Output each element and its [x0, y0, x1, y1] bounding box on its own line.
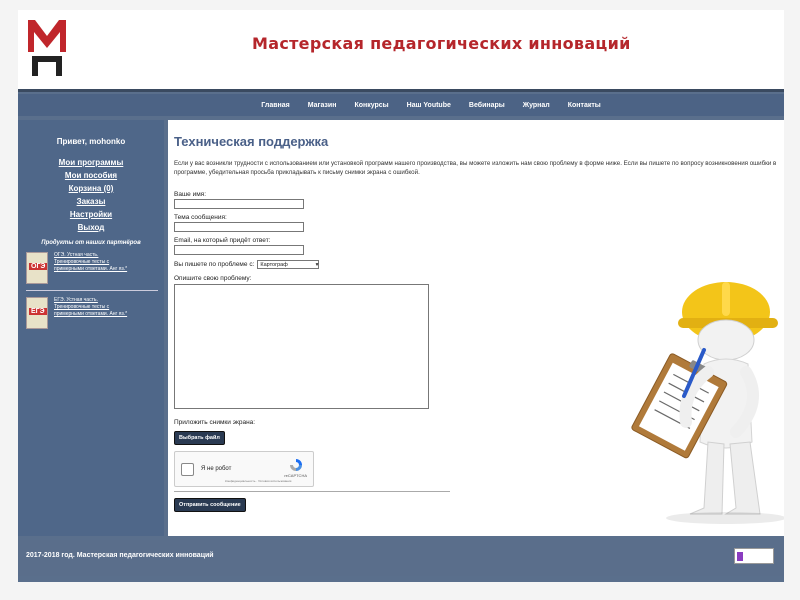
problem-label: Вы пишете по проблеме с: — [174, 261, 255, 268]
sidebar-item-settings[interactable]: Настройки — [18, 208, 164, 221]
nav-contacts[interactable]: Контакты — [568, 102, 601, 109]
recaptcha-widget: Я не робот reCAPTCHA Конфиденциальность … — [174, 451, 314, 487]
captcha-fine-print[interactable]: Конфиденциальность · Условия использован… — [225, 479, 291, 483]
main-nav: Главная Магазин Конкурсы Наш Youtube Веб… — [18, 94, 784, 116]
captcha-checkbox[interactable] — [181, 463, 194, 476]
recaptcha-logo: reCAPTCHA — [284, 458, 307, 478]
page-title: Техническая поддержка — [174, 134, 329, 149]
product-badge: ОГЭ — [29, 263, 48, 270]
sidebar-item-my-programs[interactable]: Мои программы — [18, 156, 164, 169]
user-greeting: Привет, mohonko — [56, 137, 126, 146]
product-cover-image[interactable]: ОГЭ — [26, 252, 48, 284]
recaptcha-icon — [289, 459, 302, 471]
intro-text: Если у вас возникли трудности с использо… — [174, 160, 777, 176]
nav-journal[interactable]: Журнал — [523, 102, 550, 109]
page: Мастерская педагогических инноваций Глав… — [18, 10, 784, 582]
nav-shop[interactable]: Магазин — [308, 102, 337, 109]
name-label: Ваше имя: — [174, 191, 207, 198]
nav-webinars[interactable]: Вебинары — [469, 102, 505, 109]
product-divider — [26, 290, 158, 291]
product-link[interactable]: ЕГЭ. Устная часть. Тренировочные тесты с… — [54, 297, 134, 329]
sidebar-item-cart[interactable]: Корзина (0) — [18, 182, 164, 195]
subject-label: Тема сообщения: — [174, 214, 227, 221]
nav-contests[interactable]: Конкурсы — [354, 102, 388, 109]
choose-file-button[interactable]: Выбрать файл — [174, 431, 225, 445]
form-divider — [174, 491, 450, 492]
problem-select-value: Картограф — [260, 261, 288, 268]
problem-select[interactable]: Картограф ▾ — [257, 260, 320, 269]
recaptcha-brand: reCAPTCHA — [284, 473, 307, 478]
captcha-label: Я не робот — [201, 466, 232, 472]
sidebar-item-orders[interactable]: Заказы — [18, 195, 164, 208]
email-input[interactable] — [174, 245, 304, 255]
problem-row: Вы пишете по проблеме с: Картограф ▾ — [174, 260, 778, 269]
copyright-text: 2017-2018 год. Мастерская педагогических… — [26, 552, 214, 559]
partner-product[interactable]: ОГЭ ОГЭ. Устная часть. Тренировочные тес… — [26, 252, 164, 284]
email-label: Email, на который придёт ответ: — [174, 237, 271, 244]
product-badge: ЕГЭ — [29, 308, 47, 315]
name-input[interactable] — [174, 199, 304, 209]
product-cover-image[interactable]: ЕГЭ — [26, 297, 48, 329]
visitor-counter[interactable] — [734, 548, 774, 564]
site-footer: 2017-2018 год. Мастерская педагогических… — [18, 540, 784, 576]
sidebar-item-logout[interactable]: Выход — [18, 221, 164, 234]
product-link[interactable]: ОГЭ. Устная часть. Тренировочные тесты с… — [54, 252, 134, 284]
partner-product[interactable]: ЕГЭ ЕГЭ. Устная часть. Тренировочные тес… — [26, 297, 164, 329]
counter-icon — [737, 552, 743, 561]
submit-button[interactable]: Отправить сообщение — [174, 498, 246, 512]
nav-home[interactable]: Главная — [261, 102, 289, 109]
worker-illustration — [631, 282, 784, 524]
site-header: Мастерская педагогических инноваций — [18, 10, 784, 92]
problem-textarea[interactable] — [174, 284, 429, 409]
subject-input[interactable] — [174, 222, 304, 232]
nav-youtube[interactable]: Наш Youtube — [407, 102, 451, 109]
sidebar-item-my-manuals[interactable]: Мои пособия — [18, 169, 164, 182]
partners-title: Продукты от наших партнёров — [41, 240, 141, 246]
chevron-down-icon: ▾ — [315, 261, 319, 268]
site-title: Мастерская педагогических инноваций — [252, 34, 631, 53]
site-logo[interactable] — [26, 16, 68, 78]
sidebar: Привет, mohonko Мои программы Мои пособи… — [18, 120, 164, 536]
sidebar-menu: Мои программы Мои пособия Корзина (0) За… — [18, 156, 164, 234]
